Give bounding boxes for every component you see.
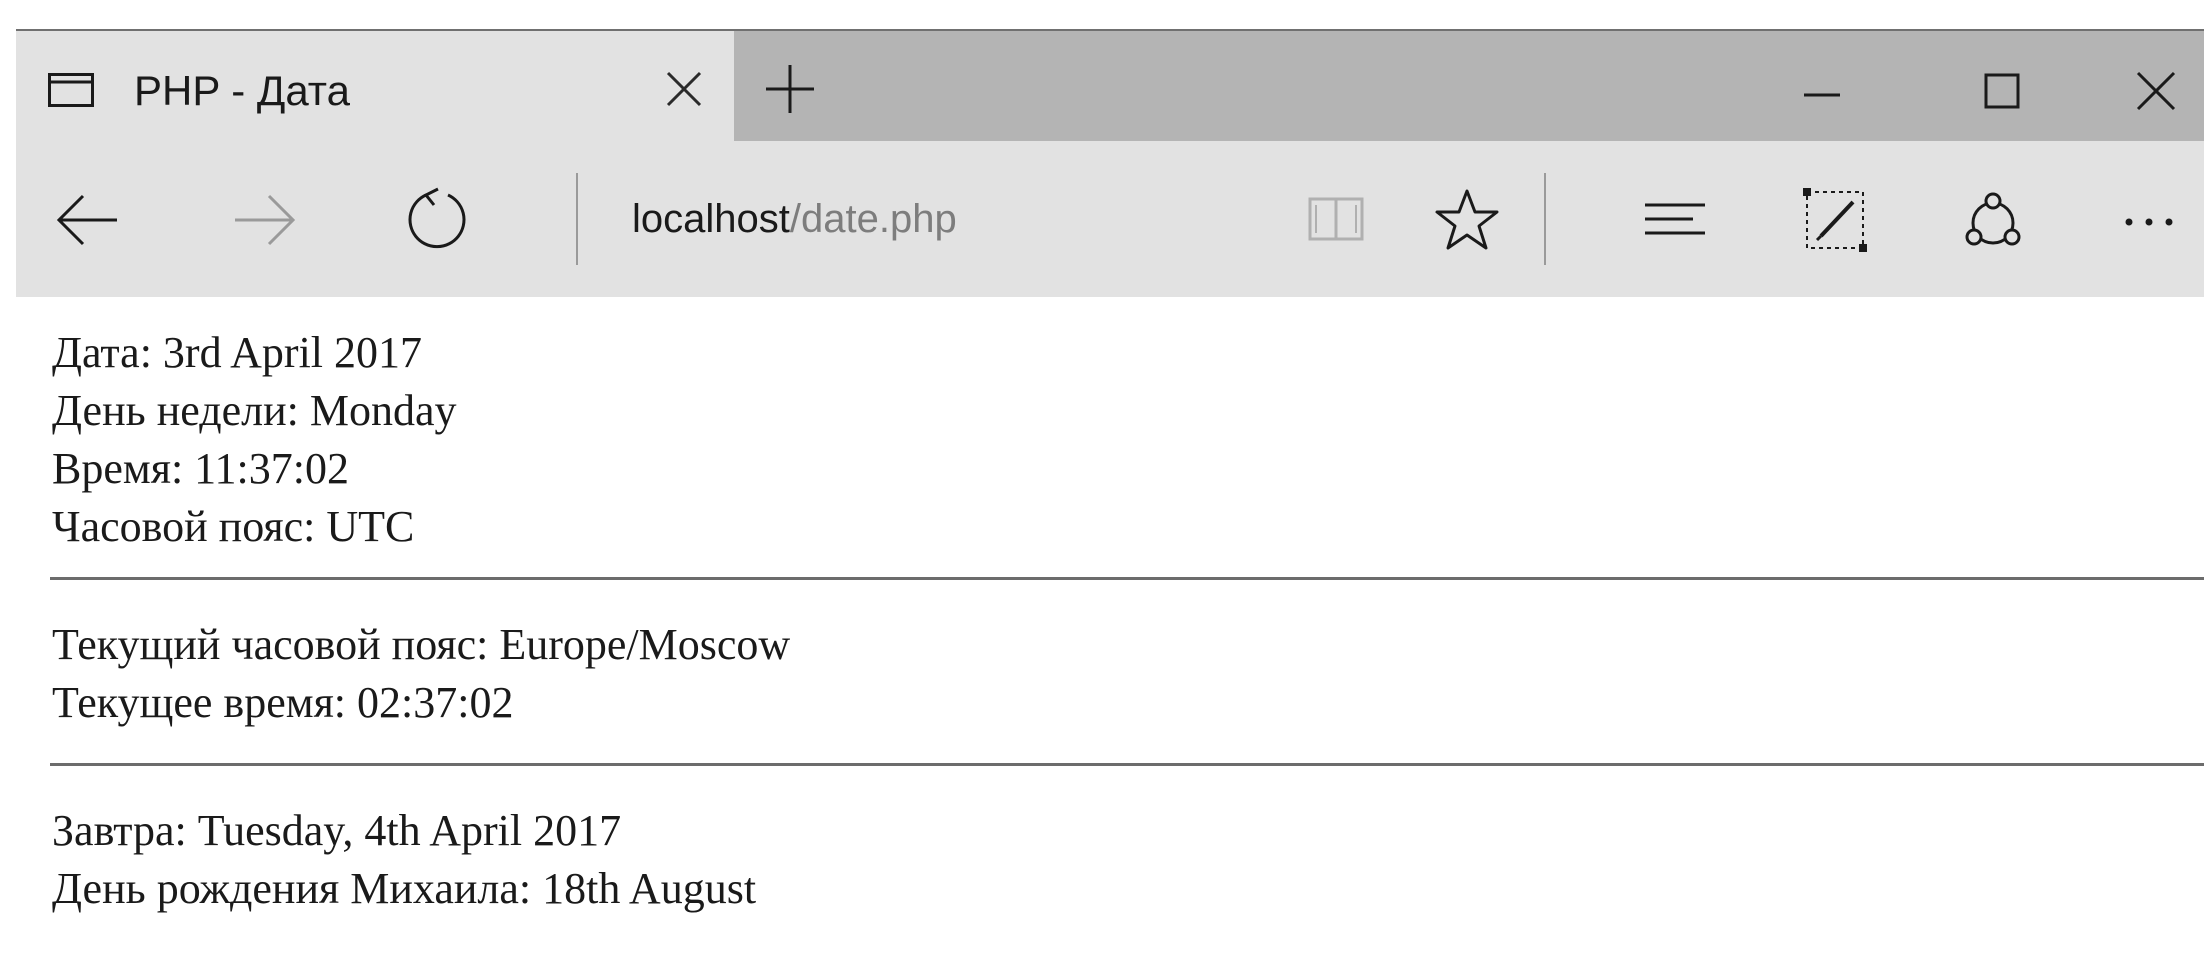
forward-arrow-icon [235,194,296,246]
date-line: Дата: 3rd April 2017 [52,328,423,377]
tab-title: PHP - Дата [134,67,350,114]
close-window-button[interactable] [2106,51,2204,131]
share-button[interactable] [1958,185,2028,255]
hub-button[interactable] [1640,191,1710,249]
tab-page-icon [48,73,94,107]
star-icon [1435,189,1499,250]
close-icon[interactable] [662,67,706,111]
birthday-line: День рождения Михаила: 18th August [52,864,757,913]
forward-button[interactable] [230,185,300,255]
pen-note-icon [1803,188,1867,252]
web-note-button[interactable] [1802,187,1868,253]
window-frame-top [0,0,2204,32]
tab-strip: PHP - Дата [16,31,2204,141]
current-time-line: Текущее время: 02:37:02 [52,678,514,727]
favorite-button[interactable] [1432,185,1502,255]
address-bar[interactable]: localhost/date.php [632,193,957,245]
minimize-icon [1804,93,1840,97]
book-icon [1308,197,1364,241]
plus-icon[interactable] [762,61,818,117]
timezone-line: Часовой пояс: UTC [52,502,415,551]
page-content: Дата: 3rd April 2017 День недели: Monday… [0,297,2204,980]
horizontal-rule [50,577,2204,580]
close-icon [2136,71,2176,111]
reading-view-button[interactable] [1306,191,1366,247]
back-arrow-icon [56,194,117,246]
minimize-button[interactable] [1772,51,1872,131]
weekday-line: День недели: Monday [52,386,457,435]
address-separator [576,173,578,265]
hub-icon [1645,203,1705,235]
tomorrow-line: Завтра: Tuesday, 4th April 2017 [52,806,622,855]
navigation-bar: localhost/date.php [16,141,2204,297]
share-icon [1965,192,2021,246]
refresh-icon [408,187,466,249]
maximize-button[interactable] [1952,51,2052,131]
tab-active[interactable]: PHP - Дата [16,31,734,141]
url-path: /date.php [789,197,957,241]
maximize-icon [1984,73,2020,109]
more-button[interactable] [2116,197,2186,243]
refresh-button[interactable] [400,183,474,257]
url-host: localhost [632,197,790,241]
toolbar-separator [1544,173,1546,265]
current-timezone-line: Текущий часовой пояс: Europe/Moscow [52,620,791,669]
time-line: Время: 11:37:02 [52,444,349,493]
back-button[interactable] [52,185,122,255]
more-icon [2125,218,2173,226]
horizontal-rule [50,763,2204,766]
